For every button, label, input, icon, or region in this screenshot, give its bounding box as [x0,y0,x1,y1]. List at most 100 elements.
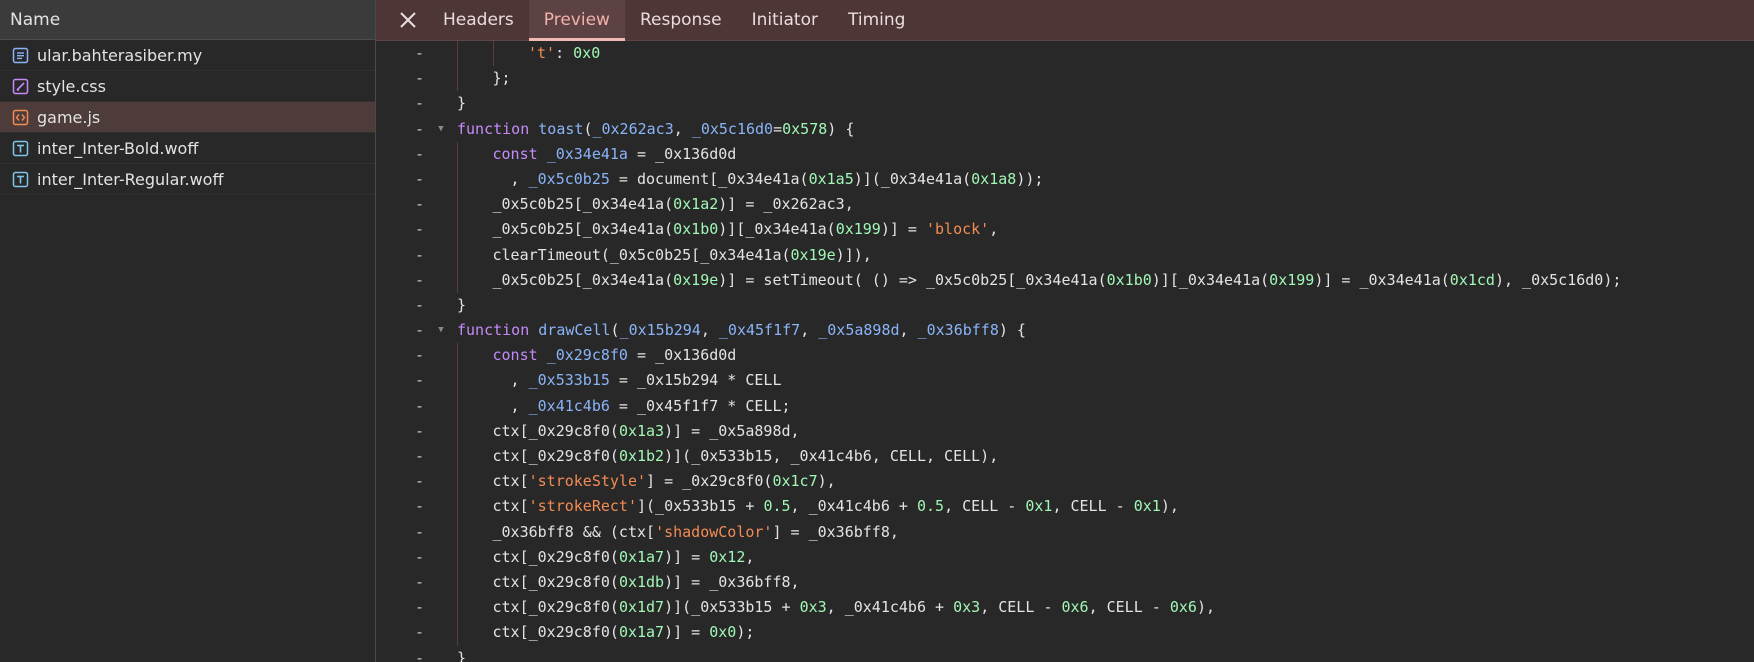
code-text: ctx['strokeRect'](_0x533b15 + 0.5, _0x41… [493,494,1179,519]
code-token: = [773,119,783,138]
line-gutter-mark: - [414,648,424,662]
tab-initiator[interactable]: Initiator [737,0,833,40]
code-token: drawCell [538,321,611,340]
code-line: - const _0x34e41a = _0x136d0d [376,141,1754,167]
code-token: function [457,119,530,138]
code-token: _0x533b15 [528,371,610,390]
request-name: ular.bahterasiber.my [37,45,203,65]
line-gutter-mark: - [414,497,424,516]
code-token: , [745,547,755,566]
request-list-panel: Name ular.bahterasiber.my style.css game.j… [0,0,376,662]
code-token: = _0x136d0d [627,144,737,163]
code-line: -} [376,646,1754,662]
code-token: 't' [528,44,556,62]
code-line: - , _0x5c0b25 = document[_0x34e41a(0x1a5… [376,166,1754,193]
name-column-label: Name [10,9,61,30]
fold-arrow-icon[interactable]: ▼ [434,117,448,142]
tab-timing[interactable]: Timing [833,0,920,40]
indent-guide [457,141,458,167]
code-token: ctx[ [492,472,529,491]
code-text: const _0x29c8f0 = _0x136d0d [493,343,737,368]
code-token: 0x1a8 [971,169,1017,188]
code-token: )] = [880,220,926,239]
code-line: - ctx['strokeRect'](_0x533b15 + 0.5, _0x4… [376,494,1754,520]
code-token: )); [1016,169,1044,188]
line-gutter-mark: - [414,472,424,491]
code-token: 0x0 [573,44,601,62]
code-token: , _0x41c4b6 + [826,598,954,617]
code-token: 0x19e [673,270,719,289]
indent-guide [457,41,458,67]
code-text: _0x5c0b25[_0x34e41a(0x19e)] = setTimeout… [493,268,1622,293]
tab-headers[interactable]: Headers [428,0,529,40]
code-token: ctx[_0x29c8f0( [492,547,619,566]
code-text: , _0x5c0b25 = document[_0x34e41a(0x1a5)]… [493,167,1044,192]
indent-guide [457,620,458,646]
code-token: ](_0x533b15 + [637,497,764,516]
code-line: - ctx[_0x29c8f0(0x1a7)] = 0x0); [376,620,1754,646]
request-row[interactable]: game.js [0,102,375,133]
detail-tabs: Headers Preview Response Initiator Timing [428,0,920,41]
code-token: 0.5 [916,497,945,516]
code-token: _0x5a898d [818,321,900,340]
tab-preview[interactable]: Preview [528,0,626,41]
line-gutter-mark: - [414,295,424,314]
request-name: style.css [37,76,106,96]
code-token: 'strokeStyle' [528,472,647,491]
code-token: 0x1db [618,572,665,591]
indent-guide [457,469,458,495]
code-token: 0x199 [835,220,881,239]
code-token: , [492,169,529,188]
line-gutter-mark: - [414,522,424,541]
request-row[interactable]: style.css [0,71,375,102]
code-line: - _0x36bff8 && (ctx['shadowColor'] = _0x3… [376,519,1754,545]
tab-label: Timing [847,10,906,30]
code-line: - _0x5c0b25[_0x34e41a(0x1b0)][_0x34e41a(0… [376,217,1754,243]
request-list: ular.bahterasiber.my style.css game.js inte… [0,40,375,195]
code-token: ), [1160,497,1179,516]
code-token: 0x1a7 [618,547,665,566]
code-text: , _0x41c4b6 = _0x45f1f7 * CELL; [493,394,791,419]
code-line: - ctx[_0x29c8f0(0x1a3)] = _0x5a898d, [376,418,1754,444]
code-token: , [700,321,719,340]
code-token: )][_0x34e41a( [718,220,836,239]
code-line: - const _0x29c8f0 = _0x136d0d [376,343,1754,369]
code-token: ), [817,472,836,491]
code-token: )](_0x34e41a( [853,169,972,188]
code-line: - ▼ function toast(_0x262ac3, _0x5c16d0=0x… [376,117,1754,142]
request-row[interactable]: inter_Inter-Regular.woff [0,164,375,195]
code-line: - ctx[_0x29c8f0(0x1db)] = _0x36bff8, [376,569,1754,596]
request-row[interactable]: ular.bahterasiber.my [0,40,375,71]
indent-guide [457,217,458,243]
code-text: , _0x533b15 = _0x15b294 * CELL [493,368,782,393]
name-column-header[interactable]: Name [0,0,375,40]
preview-code-view[interactable]: -'t': 0x0-}; -} - ▼ function toast(_0x262ac3… [376,41,1754,662]
code-token: 'strokeRect' [528,497,637,516]
line-gutter-mark: - [414,94,424,113]
code-token: 0x3 [799,598,827,617]
code-token: , [673,119,692,138]
line-gutter-mark: - [414,396,424,415]
indent-guide [457,242,458,268]
code-token: const [492,346,538,365]
code-token: )](_0x533b15, _0x41c4b6, CELL, CELL), [664,447,999,465]
code-text: _0x5c0b25[_0x34e41a(0x1a2)] = _0x262ac3, [493,192,854,217]
line-gutter-mark: - [414,598,424,617]
tab-response[interactable]: Response [625,0,737,40]
fold-arrow-icon[interactable]: ▼ [434,318,448,343]
code-line: - clearTimeout(_0x5c0b25[_0x34e41a(0x19e)… [376,242,1754,268]
code-token: 0x19e [790,245,836,264]
close-detail-button[interactable] [388,0,428,40]
request-row[interactable]: inter_Inter-Bold.woff [0,133,375,164]
code-token: 'block' [926,220,990,239]
